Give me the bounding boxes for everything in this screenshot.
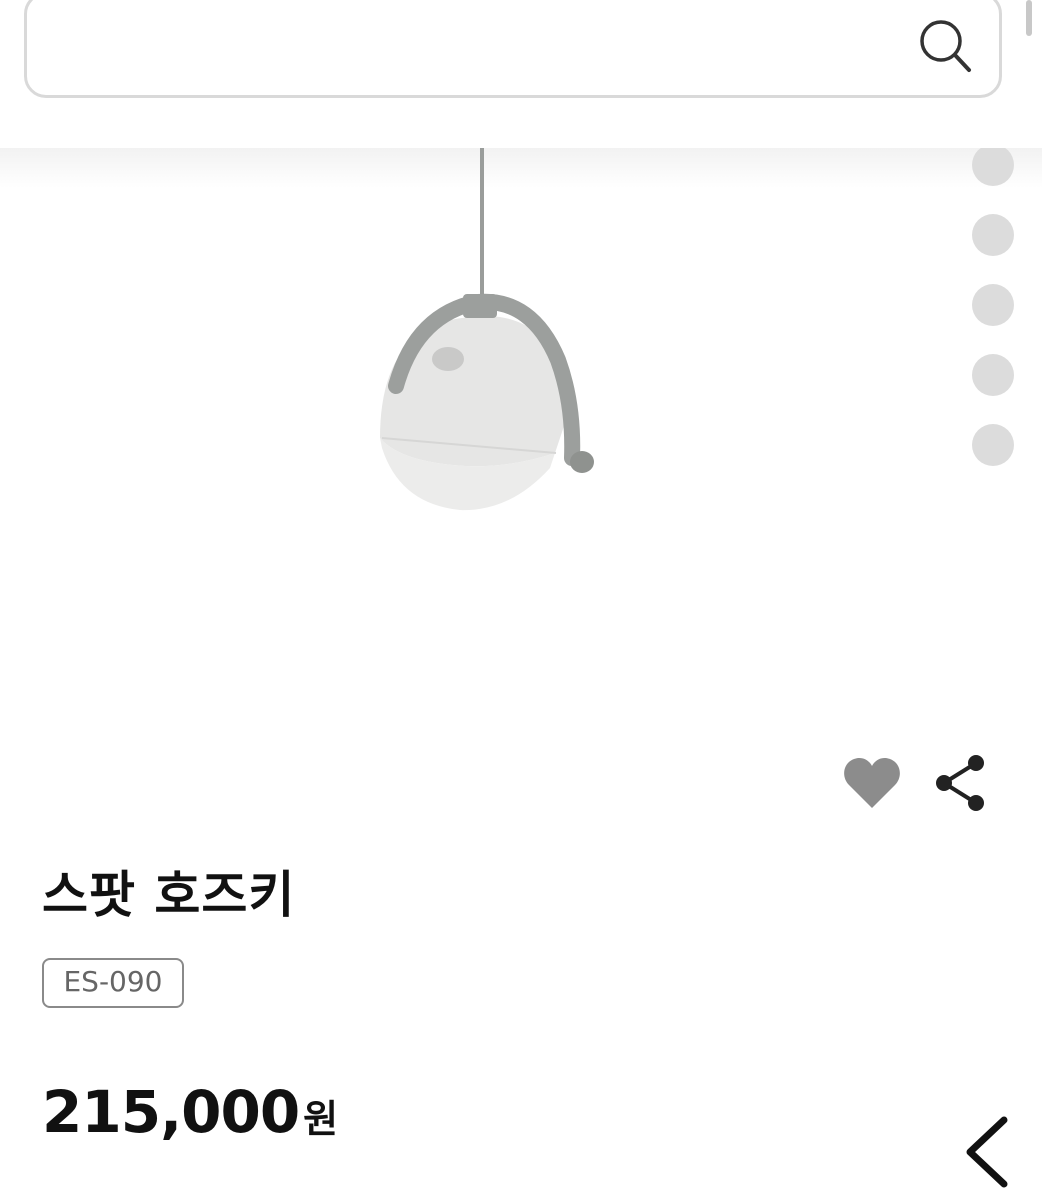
search-header [0, 0, 1042, 148]
gallery-dot[interactable] [972, 144, 1014, 186]
product-image-gallery[interactable] [0, 144, 1042, 748]
search-icon[interactable] [909, 13, 979, 77]
price-amount: 215,000 [42, 1078, 300, 1146]
gallery-dot[interactable] [972, 214, 1014, 256]
gallery-pagination [972, 144, 1016, 494]
share-icon[interactable] [930, 752, 990, 814]
product-detail-page: 스팟 호즈키 ES-090 215,000 원 [0, 0, 1042, 1200]
search-input[interactable] [53, 13, 877, 75]
heart-icon[interactable] [842, 756, 902, 810]
gallery-dot[interactable] [972, 284, 1014, 326]
search-box[interactable] [24, 0, 1002, 98]
model-badge: ES-090 [42, 958, 184, 1008]
product-image [380, 148, 594, 511]
price-unit: 원 [303, 1097, 339, 1141]
product-price: 215,000 원 [42, 1072, 338, 1167]
product-title: 스팟 호즈키 [42, 866, 296, 924]
back-button[interactable] [956, 1112, 1020, 1192]
gallery-dot[interactable] [972, 424, 1014, 466]
scrollbar[interactable] [1026, 0, 1032, 36]
chevron-left-icon [966, 1116, 1008, 1188]
gallery-dot[interactable] [972, 354, 1014, 396]
